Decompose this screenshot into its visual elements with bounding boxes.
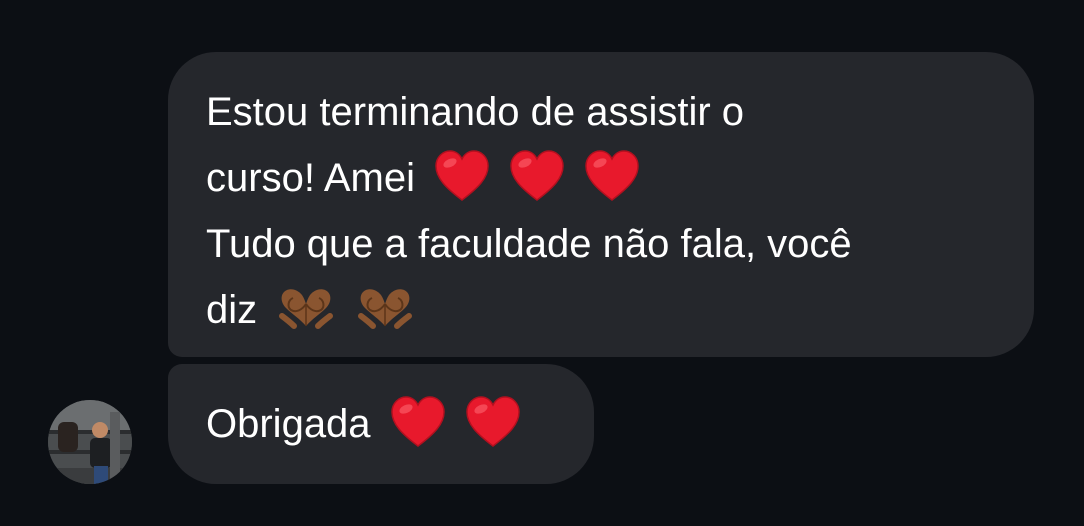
message-bubble[interactable]: Estou terminando de assistir o curso! Am…	[168, 52, 1034, 357]
message-bubble[interactable]: Obrigada	[168, 364, 594, 484]
red-heart-icon	[434, 150, 490, 202]
red-heart-icon	[465, 396, 521, 448]
message-line: Estou terminando de assistir o	[206, 90, 745, 134]
message-line-with-emoji: curso! Amei	[206, 145, 1004, 211]
heart-hands-icon	[276, 286, 336, 330]
message-line: Tudo que a faculdade não fala, você	[206, 222, 852, 266]
message-line-with-emoji: diz	[206, 277, 1004, 343]
message-line-with-emoji: Obrigada	[206, 391, 564, 457]
heart-hands-icon	[355, 286, 415, 330]
chat-thread: Estou terminando de assistir o curso! Am…	[0, 0, 1084, 526]
message-text: curso! Amei	[206, 156, 415, 200]
red-heart-icon	[390, 396, 446, 448]
message-text: diz	[206, 288, 258, 332]
avatar-photo-icon	[48, 400, 132, 484]
red-heart-icon	[509, 150, 565, 202]
red-heart-icon	[584, 150, 640, 202]
sender-avatar[interactable]	[48, 400, 132, 484]
message-text: Obrigada	[206, 402, 371, 446]
